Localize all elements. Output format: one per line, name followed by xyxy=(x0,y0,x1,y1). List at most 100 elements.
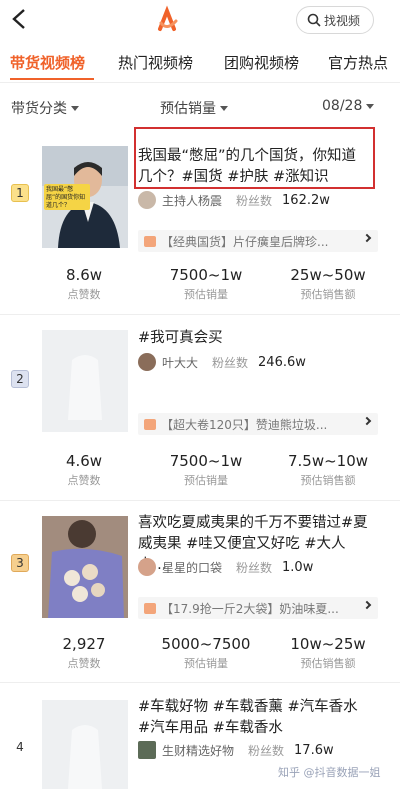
caret-down-icon xyxy=(220,105,228,111)
product-name: 【17.9抢一斤2大袋】奶油味夏... xyxy=(161,601,339,616)
divider xyxy=(0,82,400,83)
chevron-right-icon xyxy=(362,233,372,243)
stat-label: 点赞数 xyxy=(67,657,101,670)
stat-likes: 8.6w 点赞数 xyxy=(24,266,144,302)
search-button[interactable]: 找视频 xyxy=(296,6,374,34)
tab-group-video[interactable]: 团购视频榜 xyxy=(224,52,299,73)
stat-value: 4.6w xyxy=(65,452,103,470)
stat-label: 预估销量 xyxy=(184,288,228,301)
product-name: 【经典国货】片仔癀皇后牌珍... xyxy=(161,234,329,249)
stat-value: 5000~7500 xyxy=(161,635,251,653)
fans-count: 17.6w xyxy=(294,742,334,758)
caret-down-icon xyxy=(71,105,79,111)
stat-value: 7.5w~10w xyxy=(287,452,369,470)
placeholder-image-icon xyxy=(42,330,128,432)
tab-official-hot[interactable]: 官方热点 xyxy=(328,52,388,73)
product-name: 【超大卷120只】赞迪熊垃圾... xyxy=(161,417,328,432)
stats-row: 2,927 点赞数 5000~7500 预估销量 10w~25w 预估销售额 xyxy=(0,635,400,675)
cart-icon xyxy=(144,235,156,247)
sort-filter[interactable]: 预估销量 xyxy=(160,98,228,118)
stat-label: 点赞数 xyxy=(67,288,101,301)
app-logo-icon xyxy=(158,5,178,31)
divider xyxy=(0,500,400,501)
filter-bar: 带货分类 预估销量 08/28 xyxy=(0,92,400,122)
stat-value: 7500~1w xyxy=(169,266,243,284)
divider xyxy=(0,682,400,683)
category-filter-label: 带货分类 xyxy=(11,101,67,117)
macadamia-image xyxy=(42,516,128,618)
divider xyxy=(0,314,400,315)
chevron-right-icon xyxy=(362,600,372,610)
fans-count: 246.6w xyxy=(258,354,306,370)
tab-hot-video[interactable]: 热门视频榜 xyxy=(118,52,193,73)
active-tab-indicator xyxy=(10,78,94,80)
stat-sales: 5000~7500 预估销量 xyxy=(146,635,266,671)
sort-filter-label: 预估销量 xyxy=(160,101,216,117)
video-thumbnail[interactable] xyxy=(42,700,128,789)
stat-label: 预估销量 xyxy=(184,657,228,670)
stat-value: 10w~25w xyxy=(290,635,366,653)
back-arrow-icon[interactable] xyxy=(10,8,30,30)
avatar[interactable] xyxy=(138,558,156,576)
rank-badge: 1 xyxy=(11,184,29,202)
rank-badge: 2 xyxy=(11,370,29,388)
stat-value: 7500~1w xyxy=(169,452,243,470)
top-bar: 找视频 xyxy=(0,0,400,40)
author-row: 主持人杨震 粉丝数 162.2w xyxy=(138,191,330,209)
category-filter[interactable]: 带货分类 xyxy=(11,98,79,118)
video-title[interactable]: #我可真会买 xyxy=(138,328,370,349)
date-filter-label: 08/28 xyxy=(322,98,363,114)
stat-sales: 7500~1w 预估销量 xyxy=(146,266,266,302)
video-title[interactable]: #车载好物 #车载香薰 #汽车香水 #汽车用品 #车载香水 xyxy=(138,697,370,739)
stat-value: 25w~50w xyxy=(290,266,366,284)
tab-bar: 带货视频榜 热门视频榜 团购视频榜 官方热点 xyxy=(0,42,400,82)
fans-label: 粉丝数 xyxy=(212,355,249,370)
video-thumbnail[interactable] xyxy=(42,516,128,618)
placeholder-image-icon xyxy=(42,700,128,789)
avatar[interactable] xyxy=(138,191,156,209)
tab-sales-video[interactable]: 带货视频榜 xyxy=(10,52,85,73)
product-link[interactable]: 【经典国货】片仔癀皇后牌珍... xyxy=(138,230,378,252)
stat-label: 预估销售额 xyxy=(300,288,356,301)
thumbnail-caption: 我国最“憋屈”的国货你知道几个？ xyxy=(46,186,86,209)
search-label: 找视频 xyxy=(324,13,361,28)
video-thumbnail[interactable]: 我国最“憋屈”的国货你知道几个？ xyxy=(42,146,128,248)
stat-revenue: 7.5w~10w 预估销售额 xyxy=(268,452,388,488)
product-link[interactable]: 【超大卷120只】赞迪熊垃圾... xyxy=(138,413,378,435)
date-filter[interactable]: 08/28 xyxy=(322,98,375,114)
fans-label: 粉丝数 xyxy=(248,743,285,758)
cart-icon xyxy=(144,418,156,430)
stat-likes: 4.6w 点赞数 xyxy=(24,452,144,488)
stat-revenue: 25w~50w 预估销售额 xyxy=(268,266,388,302)
fans-label: 粉丝数 xyxy=(236,560,273,575)
stat-likes: 2,927 点赞数 xyxy=(24,635,144,671)
rank-badge: 4 xyxy=(16,740,24,754)
author-name[interactable]: 星星的口袋 xyxy=(162,559,222,576)
stat-value: 8.6w xyxy=(65,266,103,284)
author-name[interactable]: 主持人杨震 xyxy=(162,192,222,209)
author-row: 叶大大 粉丝数 246.6w xyxy=(138,353,306,371)
avatar[interactable] xyxy=(138,741,156,759)
stats-row: 4.6w 点赞数 7500~1w 预估销量 7.5w~10w 预估销售额 xyxy=(0,452,400,492)
fans-label: 粉丝数 xyxy=(236,193,273,208)
stats-row: 8.6w 点赞数 7500~1w 预估销量 25w~50w 预估销售额 xyxy=(0,266,400,306)
fans-count: 1.0w xyxy=(282,559,314,575)
author-row: 星星的口袋 粉丝数 1.0w xyxy=(138,558,313,576)
video-thumbnail[interactable] xyxy=(42,330,128,432)
cart-icon xyxy=(144,602,156,614)
stat-label: 预估销售额 xyxy=(300,474,356,487)
stat-label: 点赞数 xyxy=(67,474,101,487)
search-icon xyxy=(307,13,321,27)
author-name[interactable]: 生财精选好物 xyxy=(162,742,234,759)
stat-sales: 7500~1w 预估销量 xyxy=(146,452,266,488)
stat-label: 预估销量 xyxy=(184,474,228,487)
product-link[interactable]: 【17.9抢一斤2大袋】奶油味夏... xyxy=(138,597,378,619)
author-row: 生财精选好物 粉丝数 17.6w xyxy=(138,741,334,759)
rank-badge: 3 xyxy=(11,554,29,572)
chevron-right-icon xyxy=(362,416,372,426)
avatar[interactable] xyxy=(138,353,156,371)
caret-down-icon xyxy=(366,103,375,109)
author-name[interactable]: 叶大大 xyxy=(162,354,198,371)
stat-revenue: 10w~25w 预估销售额 xyxy=(268,635,388,671)
fans-count: 162.2w xyxy=(282,192,330,208)
